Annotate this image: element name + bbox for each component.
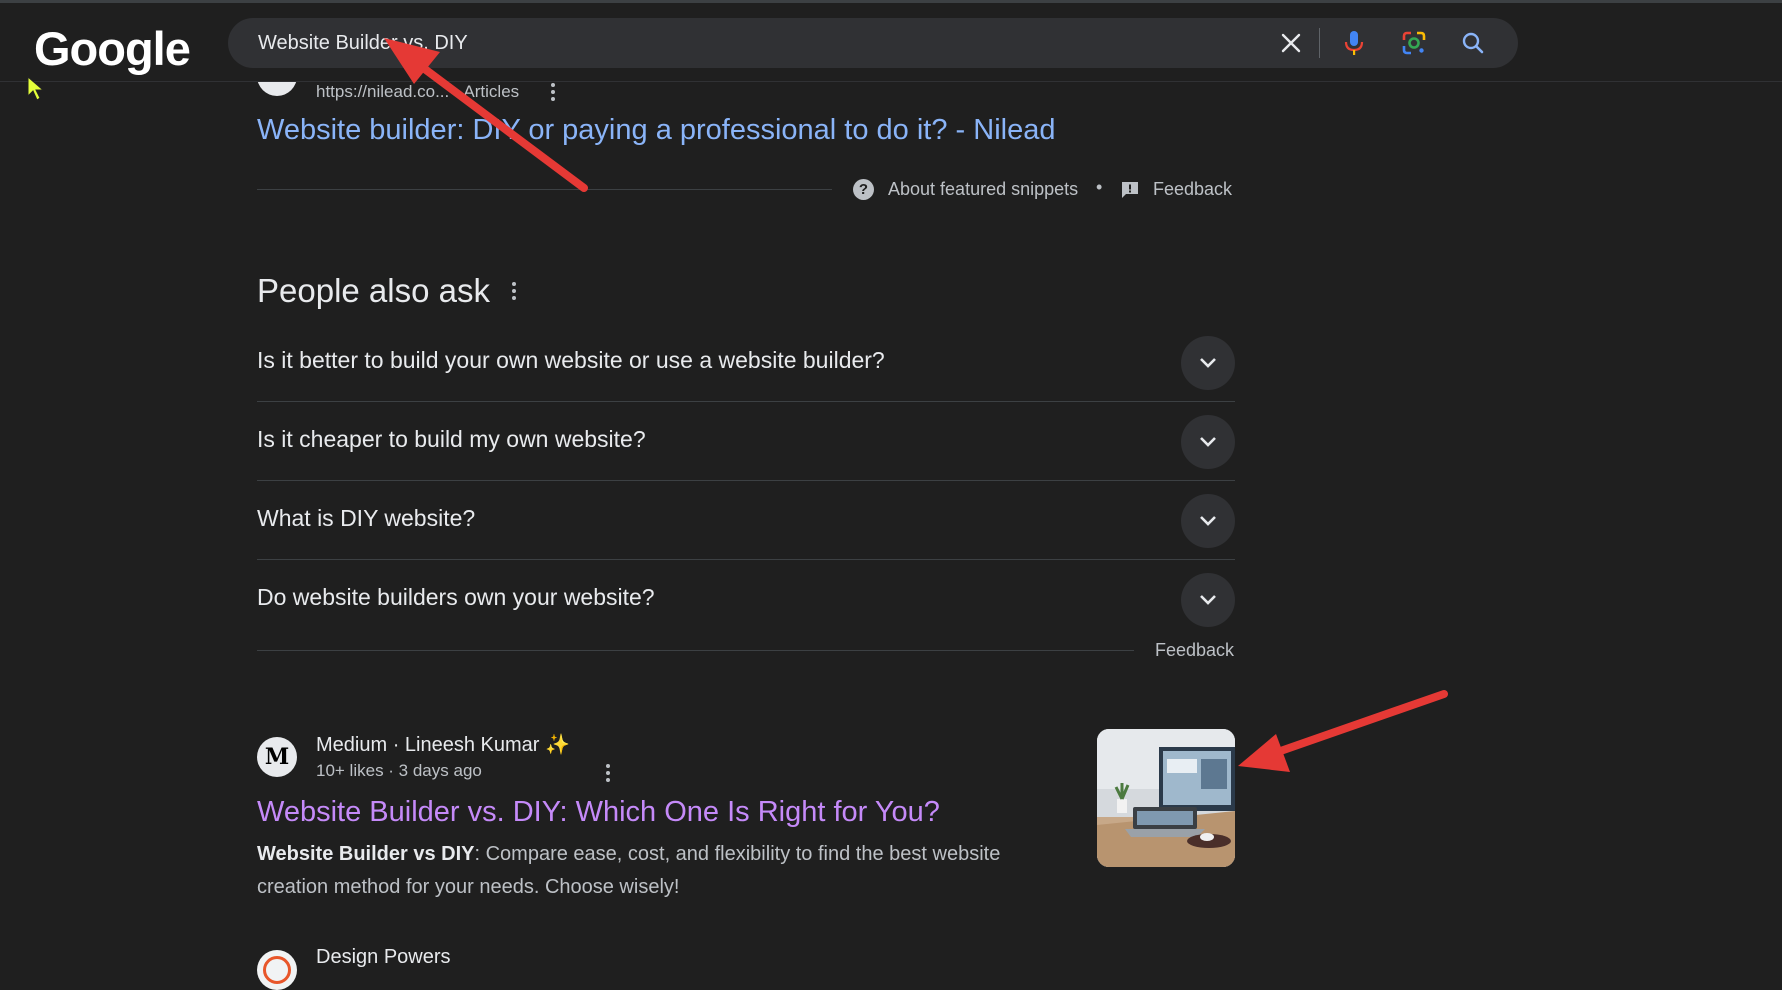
paa-question-row[interactable]: Is it better to build your own website o… <box>257 323 1235 402</box>
paa-feedback-link[interactable]: Feedback <box>1155 640 1234 661</box>
search-icon[interactable] <box>1458 28 1488 58</box>
search-header: Google Website Builder vs. DIY <box>0 3 1782 82</box>
medium-meta: 10+ likes · 3 days ago <box>316 761 482 780</box>
design-powers-source[interactable]: Design Powers <box>316 946 451 969</box>
mouse-cursor-icon <box>27 75 45 107</box>
feedback-icon[interactable] <box>1120 180 1140 205</box>
more-options-icon[interactable] <box>551 83 557 104</box>
paa-divider <box>257 650 1134 651</box>
microphone-icon[interactable] <box>1339 28 1369 58</box>
medium-result-snippet: Website Builder vs DIY: Compare ease, co… <box>257 838 1057 904</box>
people-also-ask-heading: People also ask <box>257 272 490 309</box>
paa-question-text[interactable]: Is it better to build your own website o… <box>257 347 885 374</box>
separator-dot: • <box>1096 177 1103 197</box>
help-circle-icon[interactable]: ? <box>853 179 874 200</box>
more-options-icon[interactable] <box>606 764 612 785</box>
design-powers-site-icon <box>257 950 297 990</box>
featured-result-title[interactable]: Website builder: DIY or paying a profess… <box>257 114 1055 147</box>
paa-question-text[interactable]: Is it cheaper to build my own website? <box>257 426 646 453</box>
snippet-bold-text: Website Builder vs DIY <box>257 843 475 865</box>
result-thumbnail-image[interactable] <box>1097 729 1235 867</box>
close-icon[interactable] <box>1276 28 1306 58</box>
search-bar[interactable]: Website Builder vs. DIY <box>228 18 1518 68</box>
search-bar-divider <box>1319 28 1320 58</box>
paa-question-row[interactable]: What is DIY website? <box>257 481 1235 560</box>
paa-question-text[interactable]: Do website builders own your website? <box>257 584 655 611</box>
medium-source[interactable]: Medium · Lineesh Kumar ✨ <box>316 732 570 757</box>
chevron-down-icon[interactable] <box>1181 494 1235 548</box>
paa-question-row[interactable]: Is it cheaper to build my own website? <box>257 402 1235 481</box>
medium-site-icon: M <box>257 737 297 777</box>
paa-question-text[interactable]: What is DIY website? <box>257 505 475 532</box>
paa-question-row[interactable]: Do website builders own your website? <box>257 560 1235 638</box>
chevron-down-icon[interactable] <box>1181 336 1235 390</box>
about-featured-snippets-link[interactable]: About featured snippets <box>888 179 1078 200</box>
google-lens-icon[interactable] <box>1399 28 1429 58</box>
chevron-down-icon[interactable] <box>1181 573 1235 627</box>
chevron-down-icon[interactable] <box>1181 415 1235 469</box>
medium-result-title[interactable]: Website Builder vs. DIY: Which One Is Ri… <box>257 796 940 829</box>
featured-divider <box>257 189 832 190</box>
featured-feedback-link[interactable]: Feedback <box>1153 179 1232 200</box>
more-options-icon[interactable] <box>512 282 518 303</box>
featured-breadcrumb[interactable]: https://nilead.co... › Articles <box>316 82 519 102</box>
search-input[interactable]: Website Builder vs. DIY <box>258 32 468 55</box>
google-logo[interactable]: Google <box>34 21 191 76</box>
